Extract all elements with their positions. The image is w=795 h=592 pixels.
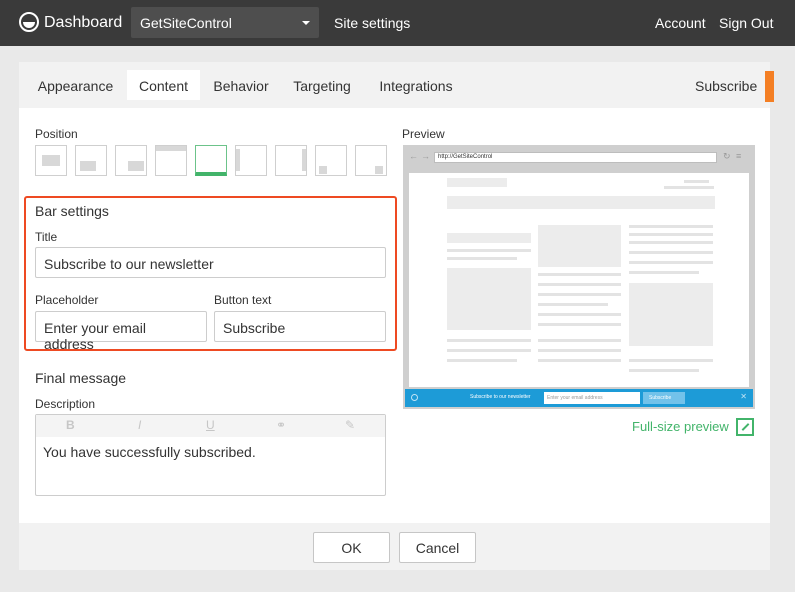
- description-label: Description: [35, 397, 96, 411]
- italic-button[interactable]: I: [138, 418, 141, 432]
- back-icon: ←: [409, 151, 418, 161]
- position-option-right-panel[interactable]: [275, 145, 307, 176]
- full-size-preview-link[interactable]: Full-size preview: [632, 419, 729, 434]
- account-link[interactable]: Account: [655, 15, 706, 31]
- reload-icon: ↻: [723, 151, 731, 161]
- site-selector-dropdown[interactable]: GetSiteControl: [131, 7, 319, 38]
- position-option-bottom-left[interactable]: [75, 145, 107, 176]
- menu-icon: ≡: [736, 151, 742, 161]
- dashboard-link[interactable]: Dashboard: [44, 14, 122, 32]
- getsitecontrol-logo-icon[interactable]: [19, 12, 39, 32]
- preview-label: Preview: [402, 127, 445, 141]
- underline-button[interactable]: U: [206, 418, 215, 432]
- final-message-heading: Final message: [35, 370, 127, 386]
- position-option-top-bar[interactable]: [155, 145, 187, 176]
- preview-browser: ← → http://GetSiteControl ↻ ≡ Subscribe …: [403, 145, 755, 409]
- placeholder-label: Placeholder: [35, 293, 99, 307]
- position-option-right-tab[interactable]: [355, 145, 387, 176]
- bar-logo-icon: [411, 394, 418, 401]
- description-text[interactable]: You have successfully subscribed.: [43, 444, 256, 460]
- preview-bar-title: Subscribe to our newsletter: [470, 394, 531, 400]
- tab-content[interactable]: Content: [127, 70, 200, 100]
- preview-bar-input: Enter your email address: [544, 392, 640, 404]
- widget-type-label: Subscribe: [695, 78, 758, 94]
- eraser-icon[interactable]: ✎: [345, 418, 355, 432]
- site-settings-link[interactable]: Site settings: [334, 15, 410, 31]
- preview-page: [409, 173, 749, 387]
- chevron-down-icon: [302, 21, 310, 25]
- expand-icon[interactable]: [736, 418, 754, 436]
- tab-appearance[interactable]: Appearance: [27, 70, 124, 100]
- bold-button[interactable]: B: [66, 418, 75, 432]
- position-option-bottom-right[interactable]: [115, 145, 147, 176]
- title-label: Title: [35, 230, 58, 244]
- widget-editor-panel: Appearance Content Behavior Targeting In…: [19, 62, 774, 570]
- tab-targeting[interactable]: Targeting: [285, 70, 359, 100]
- dialog-footer: [19, 523, 770, 570]
- tab-integrations[interactable]: Integrations: [369, 70, 463, 100]
- widget-flag: [765, 71, 774, 102]
- top-bar: Dashboard GetSiteControl Site settings A…: [0, 0, 795, 46]
- sign-out-link[interactable]: Sign Out: [719, 15, 773, 31]
- button-text-label: Button text: [214, 293, 272, 307]
- cancel-button[interactable]: Cancel: [399, 532, 476, 563]
- preview-subscribe-bar: Subscribe to our newsletter Enter your e…: [405, 389, 753, 407]
- editor-toolbar: B I U ⚭ ✎: [36, 415, 385, 437]
- forward-icon: →: [421, 151, 430, 161]
- preview-bar-button: Subscribe: [643, 392, 685, 404]
- position-option-left-panel[interactable]: [235, 145, 267, 176]
- description-editor[interactable]: B I U ⚭ ✎ You have successfully subscrib…: [35, 414, 386, 496]
- site-selector-value: GetSiteControl: [140, 15, 232, 31]
- bar-settings-heading: Bar settings: [35, 203, 109, 219]
- tab-bar: Appearance Content Behavior Targeting In…: [19, 62, 774, 108]
- preview-url-bar: http://GetSiteControl: [434, 152, 717, 163]
- position-option-left-tab[interactable]: [315, 145, 347, 176]
- tab-behavior[interactable]: Behavior: [203, 70, 279, 100]
- position-option-bottom-bar[interactable]: [195, 145, 227, 176]
- close-icon: ✕: [740, 392, 747, 401]
- ok-button[interactable]: OK: [313, 532, 390, 563]
- link-icon[interactable]: ⚭: [276, 418, 286, 432]
- title-input[interactable]: Subscribe to our newsletter: [35, 247, 386, 278]
- placeholder-input[interactable]: Enter your email address: [35, 311, 207, 352]
- button-text-input[interactable]: Subscribe: [214, 311, 386, 342]
- position-label: Position: [35, 127, 78, 141]
- position-option-center[interactable]: [35, 145, 67, 176]
